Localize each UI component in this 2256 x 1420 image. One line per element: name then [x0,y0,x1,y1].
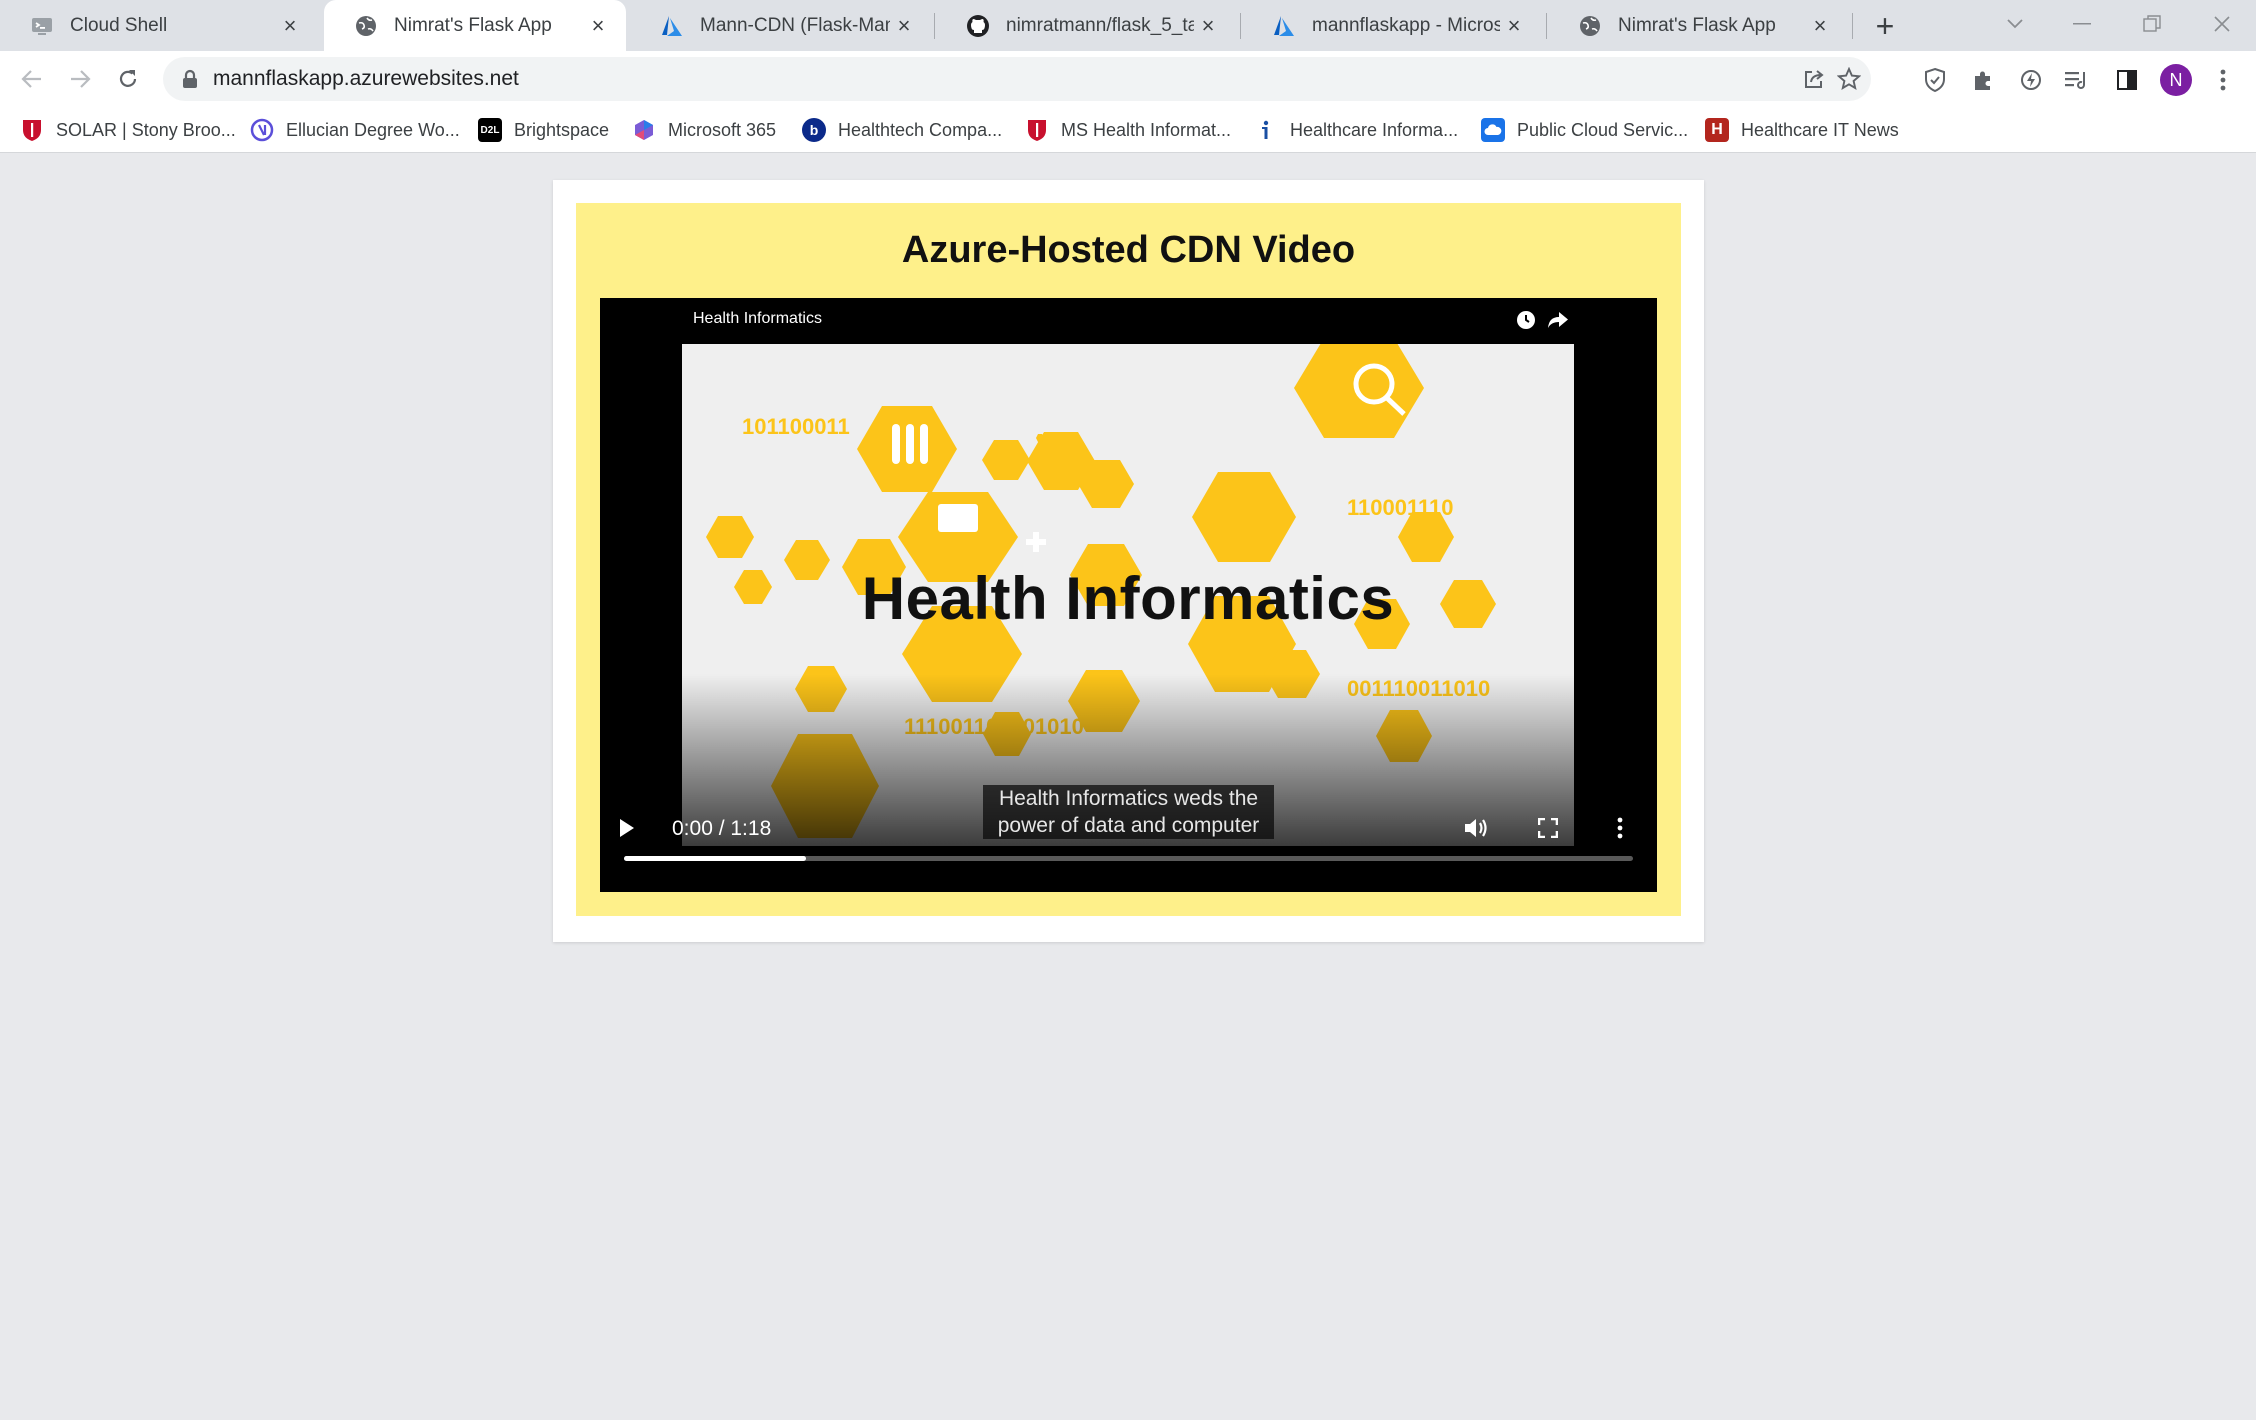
info-icon [1254,118,1278,142]
tab-nimrats-flask-app[interactable]: Nimrat's Flask App × [1548,0,1848,51]
ellucian-icon [250,118,274,142]
bookmark-healthcare-informatics[interactable]: Healthcare Informa... [1254,114,1458,146]
share-arrow-icon[interactable] [1546,308,1570,332]
tab-nimrats-flask-app-active[interactable]: Nimrat's Flask App × [324,0,626,51]
bookmark-label: Brightspace [514,119,610,140]
close-icon[interactable]: × [890,12,918,40]
bookmark-star-icon[interactable] [1835,65,1863,93]
minimize-button[interactable] [2062,8,2102,40]
tab-label: Nimrat's Flask App [394,14,552,36]
bookmarks-bar: SOLAR | Stony Broo... Ellucian Degree Wo… [0,107,2256,153]
forward-button[interactable] [62,61,98,97]
d2l-icon: D2L [478,118,502,142]
tab-search-chevron-icon[interactable] [1995,8,2035,40]
tab-separator [934,13,935,39]
tab-strip: Cloud Shell × Nimrat's Flask App × Mann-… [0,0,2256,51]
binary-label: 110001110 [1347,495,1453,520]
bookmark-label: Healthcare IT News [1741,119,1899,140]
new-tab-button[interactable]: + [1868,8,1902,44]
bookmark-ellucian[interactable]: Ellucian Degree Wo... [250,114,460,146]
video-buffered-bar [624,856,806,861]
watch-later-clock-icon[interactable] [1514,308,1538,332]
globe-icon [1578,14,1602,38]
video-caption: Health Informatics weds the power of dat… [983,785,1274,839]
video-more-options-icon[interactable] [1600,808,1640,848]
close-window-button[interactable] [2202,8,2242,40]
microsoft-365-icon [632,118,656,142]
performance-icon[interactable] [2016,65,2046,95]
close-icon[interactable]: × [276,12,304,40]
close-icon[interactable]: × [1194,12,1222,40]
tab-separator [1240,13,1241,39]
bookmark-label: Healthtech Compa... [838,119,1003,140]
b-circle-icon: b [802,118,826,142]
azure-icon [660,14,684,38]
tab-label: nimratmann/flask_5_tailw [1006,14,1194,36]
tab-cloud-shell[interactable]: Cloud Shell × [0,0,318,51]
fullscreen-icon[interactable] [1528,808,1568,848]
restore-button[interactable] [2132,8,2172,40]
url-text[interactable]: mannflaskapp.azurewebsites.net [213,67,519,91]
binary-label: 101100011 [742,414,850,439]
video-progress-bar[interactable] [624,856,1633,861]
extensions-puzzle-icon[interactable] [1968,65,1998,95]
reload-button[interactable] [110,61,146,97]
tab-label: mannflaskapp - Microsoft [1312,14,1500,36]
tab-separator [1546,13,1547,39]
azure-icon [1272,14,1296,38]
bookmark-label: SOLAR | Stony Broo... [56,119,236,140]
bookmark-public-cloud-services[interactable]: Public Cloud Servic... [1481,114,1688,146]
bookmark-solar[interactable]: SOLAR | Stony Broo... [20,114,236,146]
github-icon [966,14,990,38]
bookmark-label: Microsoft 365 [668,119,777,140]
lock-icon[interactable] [179,68,201,90]
bookmark-label: Ellucian Degree Wo... [286,119,460,140]
globe-icon [354,14,378,38]
more-menu-icon[interactable] [2208,65,2238,95]
bookmark-microsoft-365[interactable]: Microsoft 365 [632,114,776,146]
address-bar[interactable]: mannflaskapp.azurewebsites.net [163,57,1871,101]
shield-extension-icon[interactable] [1920,65,1950,95]
h-icon: H [1705,118,1729,142]
bookmark-ms-health-informatics[interactable]: MS Health Informat... [1025,114,1231,146]
video-time: 0:00 / 1:18 [672,817,772,840]
cloud-shell-icon [30,14,54,38]
cloud-icon [1481,118,1505,142]
tab-mann-cdn[interactable]: Mann-CDN (Flask-Mann- × [630,0,932,51]
video-player[interactable]: 101100011 110001110 001110011010 1110011… [600,298,1657,892]
caption-line: power of data and computer [997,814,1260,837]
tab-github-repo[interactable]: nimratmann/flask_5_tailw × [936,0,1236,51]
side-panel-icon[interactable] [2112,65,2142,95]
video-headline: Health Informatics [861,565,1395,632]
tab-label: Nimrat's Flask App [1618,14,1776,36]
tab-mannflaskapp-azure[interactable]: mannflaskapp - Microsoft × [1242,0,1542,51]
bookmark-healthtech[interactable]: b Healthtech Compa... [802,114,1002,146]
page-card: Azure-Hosted CDN Video 101100011 1100011… [553,180,1704,942]
share-icon[interactable] [1800,65,1828,93]
video-panel: Azure-Hosted CDN Video 101100011 1100011… [576,203,1681,916]
close-icon[interactable]: × [1806,12,1834,40]
back-button[interactable] [14,61,50,97]
stony-brook-icon [1025,118,1049,142]
tab-label: Cloud Shell [70,14,168,36]
bookmark-label: Public Cloud Servic... [1517,119,1689,140]
browser-toolbar: mannflaskapp.azurewebsites.net N [0,51,2256,107]
bookmark-healthcare-it-news[interactable]: H Healthcare IT News [1705,114,1899,146]
volume-icon[interactable] [1456,808,1496,848]
bookmark-label: Healthcare Informa... [1290,119,1459,140]
bookmark-brightspace[interactable]: D2L Brightspace [478,114,609,146]
play-button[interactable] [607,808,647,848]
reading-list-icon[interactable] [2062,65,2092,95]
stony-brook-icon [20,118,44,142]
close-icon[interactable]: × [584,12,612,40]
youtube-video-title[interactable]: Health Informatics [693,310,822,328]
video-thumbnail[interactable]: 101100011 110001110 001110011010 1110011… [682,344,1574,846]
page-title: Azure-Hosted CDN Video [901,229,1356,271]
close-icon[interactable]: × [1500,12,1528,40]
profile-avatar[interactable]: N [2160,64,2192,96]
tab-label: Mann-CDN (Flask-Mann- [700,14,890,36]
bookmark-label: MS Health Informat... [1061,119,1232,140]
caption-line: Health Informatics weds the [998,787,1259,810]
tab-separator [1852,13,1853,39]
